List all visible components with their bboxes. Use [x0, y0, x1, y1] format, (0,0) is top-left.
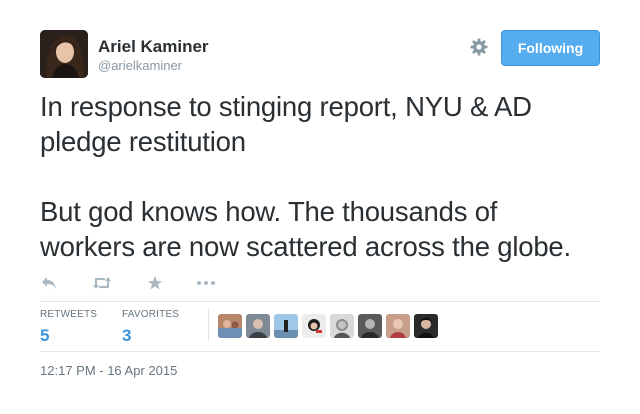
retweet-icon[interactable]	[91, 272, 113, 294]
tweet-timestamp[interactable]: 12:17 PM - 16 Apr 2015	[40, 363, 177, 378]
tweet-line: But god knows how. The thousands of	[40, 196, 498, 227]
favoriter-avatar[interactable]	[414, 314, 438, 338]
stats-separator	[208, 309, 209, 341]
favoriter-avatar[interactable]	[386, 314, 410, 338]
favorites-count[interactable]: 3	[122, 326, 179, 346]
divider	[40, 301, 600, 302]
retweets-stat[interactable]: RETWEETS 5	[40, 309, 97, 346]
favorites-label: FAVORITES	[122, 309, 180, 320]
favoriter-avatar[interactable]	[330, 314, 354, 338]
tweet-text: In response to stinging report, NYU & AD…	[40, 89, 610, 264]
favoriter-avatar[interactable]	[246, 314, 270, 338]
gear-icon[interactable]	[469, 37, 489, 57]
author-handle[interactable]: @arielkaminer	[98, 58, 182, 73]
author-avatar[interactable]	[40, 30, 88, 78]
reply-icon[interactable]	[40, 272, 58, 294]
favorites-stat[interactable]: FAVORITES 3	[122, 309, 179, 346]
star-icon[interactable]	[146, 272, 164, 294]
following-button[interactable]: Following	[501, 30, 600, 66]
favoriter-avatar[interactable]	[218, 314, 242, 338]
tweet-line: pledge restitution	[40, 126, 246, 157]
tweet-line: workers are now scattered across the glo…	[40, 231, 571, 262]
favoriter-avatar[interactable]	[302, 314, 326, 338]
favoriter-avatar[interactable]	[358, 314, 382, 338]
tweet-line: In response to stinging report, NYU & AD	[40, 91, 532, 122]
tweet-card: Ariel Kaminer @arielkaminer Following In…	[0, 0, 640, 414]
divider	[40, 351, 600, 352]
retweets-label: RETWEETS	[40, 309, 98, 320]
author-name[interactable]: Ariel Kaminer	[98, 37, 209, 57]
more-icon[interactable]	[195, 272, 217, 294]
favoriter-avatar[interactable]	[274, 314, 298, 338]
retweets-count[interactable]: 5	[40, 326, 97, 346]
